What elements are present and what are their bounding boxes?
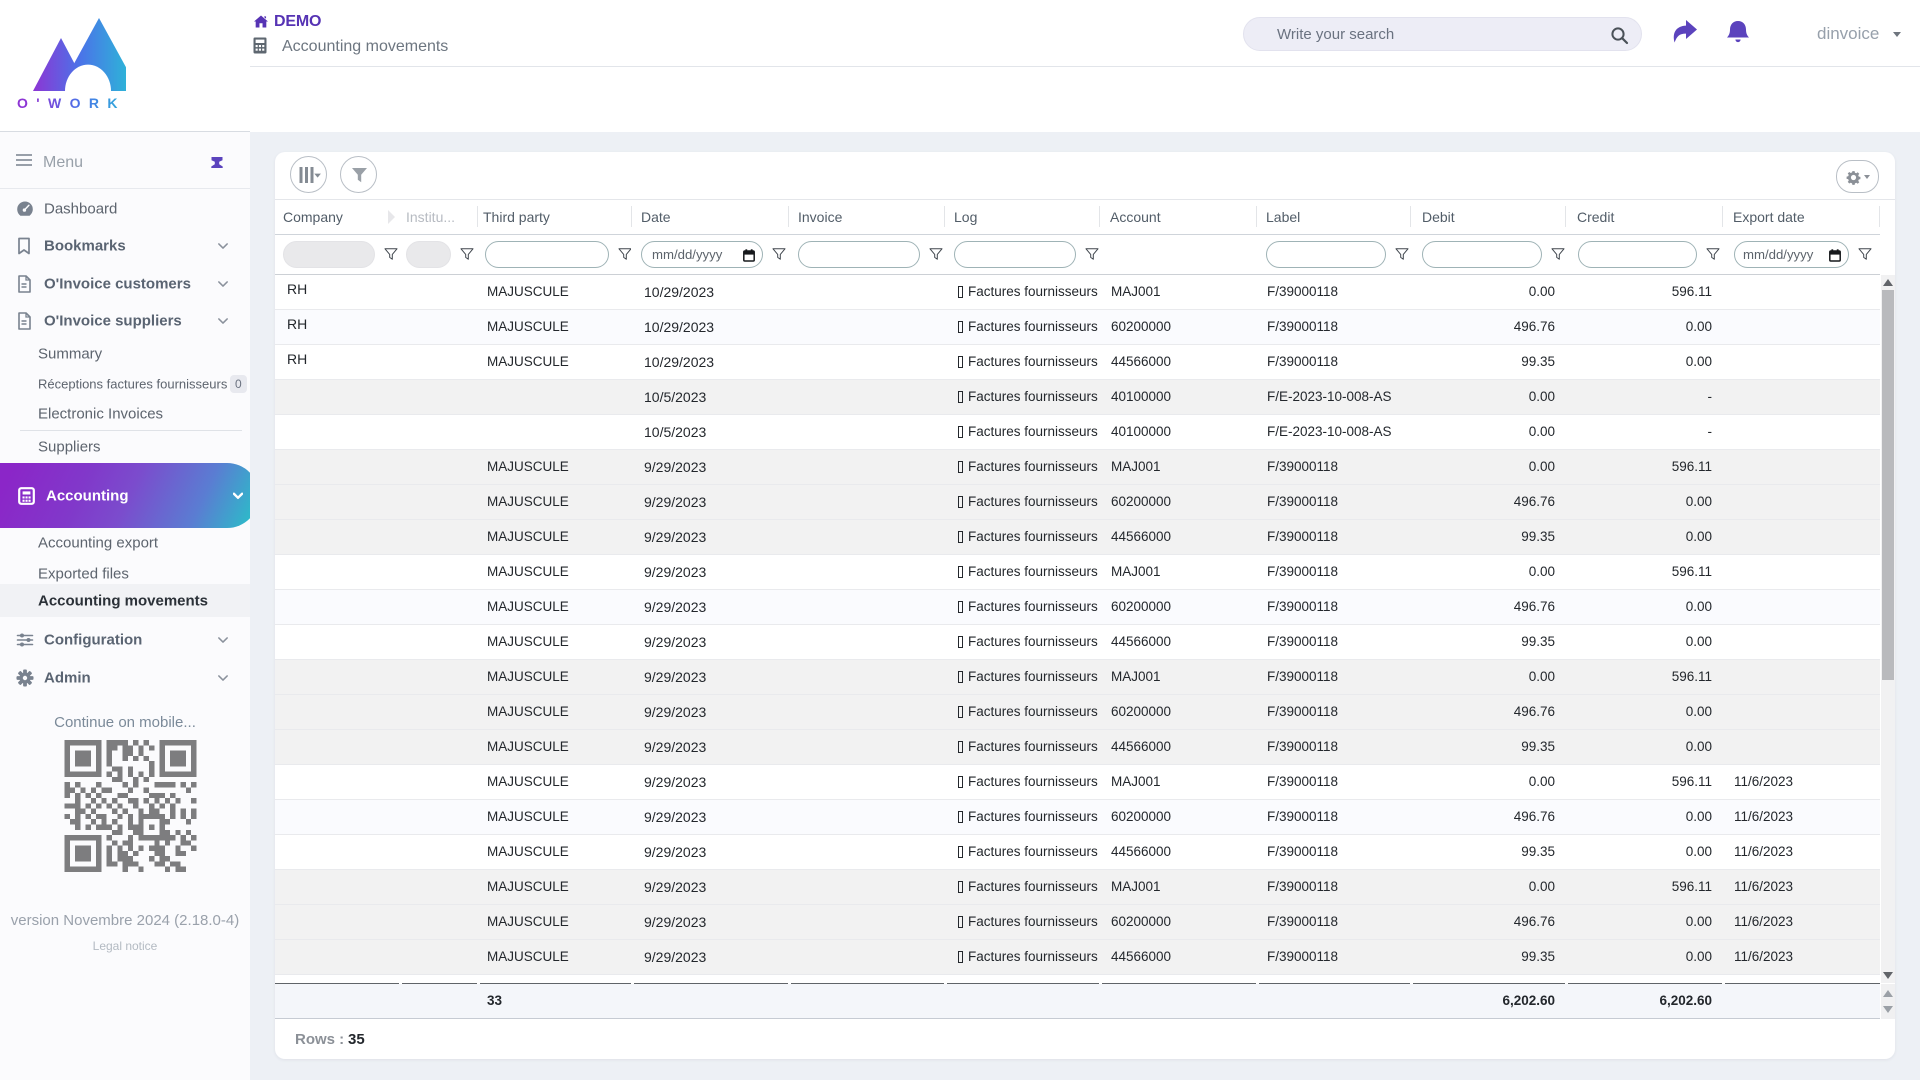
svg-text:O'WORK: O'WORK	[17, 95, 123, 110]
